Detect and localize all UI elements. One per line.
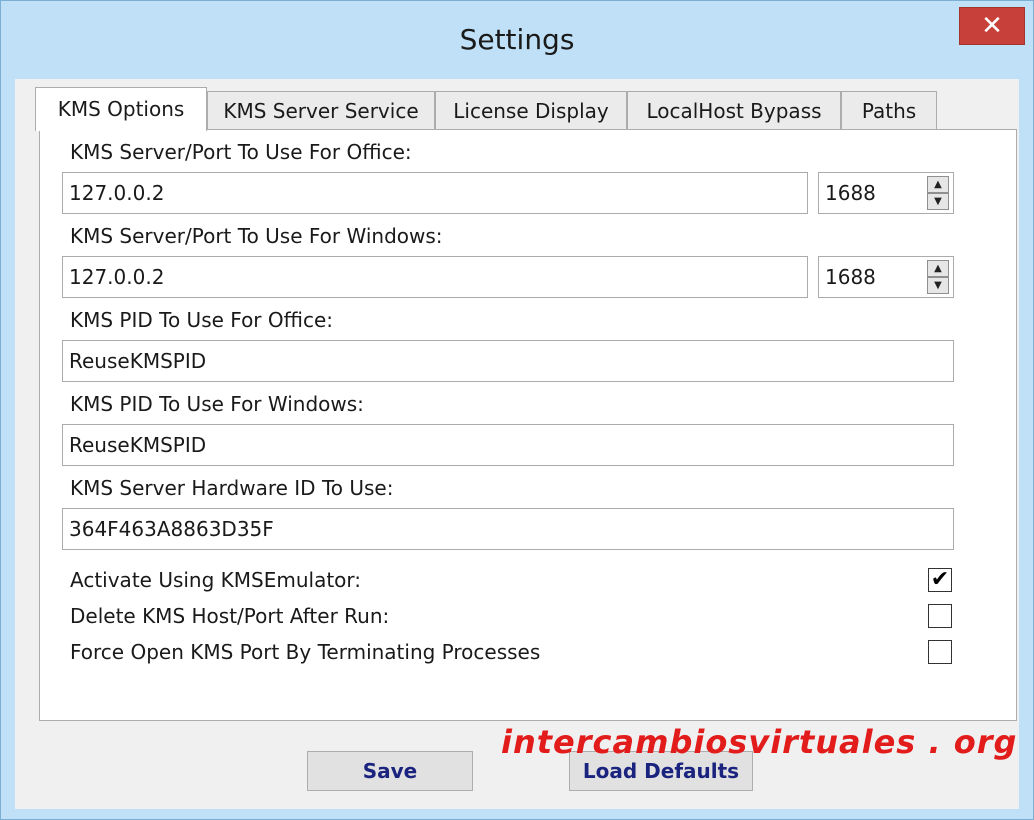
kms-options-panel: KMS Server/Port To Use For Office: 127.0… [39,129,1017,721]
delete-host-port-label: Delete KMS Host/Port After Run: [70,604,390,628]
hardware-id-label: KMS Server Hardware ID To Use: [70,476,394,500]
office-server-host-input[interactable]: 127.0.0.2 [62,172,808,214]
office-pid-label: KMS PID To Use For Office: [70,308,333,332]
spin-up-icon: ▲ [934,179,942,190]
title-bar[interactable]: Settings ✕ [1,1,1033,83]
save-button[interactable]: Save [307,751,473,791]
close-button[interactable]: ✕ [959,7,1025,45]
office-pid-input[interactable]: ReuseKMSPID [62,340,954,382]
window-title: Settings [459,23,575,56]
tab-kms-server-service[interactable]: KMS Server Service [207,91,435,129]
spin-down-icon: ▼ [934,196,942,207]
office-port-up-button[interactable]: ▲ [927,176,949,193]
checkmark-icon: ✔ [930,567,950,592]
windows-server-label: KMS Server/Port To Use For Windows: [70,224,443,248]
office-port-down-button[interactable]: ▼ [927,193,949,210]
windows-port-value: 1688 [825,265,876,289]
windows-pid-input[interactable]: ReuseKMSPID [62,424,954,466]
hardware-id-input[interactable]: 364F463A8863D35F [62,508,954,550]
office-port-value: 1688 [825,181,876,205]
force-open-port-checkbox[interactable] [928,640,952,664]
tab-localhost-bypass[interactable]: LocalHost Bypass [627,91,841,129]
windows-port-up-button[interactable]: ▲ [927,260,949,277]
tab-paths[interactable]: Paths [841,91,937,129]
windows-port-down-button[interactable]: ▼ [927,277,949,294]
close-icon: ✕ [981,11,1003,41]
force-open-port-label: Force Open KMS Port By Terminating Proce… [70,640,541,664]
delete-host-port-checkbox[interactable] [928,604,952,628]
office-server-port-input[interactable]: 1688 ▲ ▼ [818,172,954,214]
windows-server-host-input[interactable]: 127.0.0.2 [62,256,808,298]
windows-pid-label: KMS PID To Use For Windows: [70,392,364,416]
spin-up-icon: ▲ [934,263,942,274]
settings-window: Settings ✕ KMS Options KMS Server Servic… [0,0,1034,820]
watermark: intercambiosvirtuales . org [501,723,1018,761]
office-server-label: KMS Server/Port To Use For Office: [70,140,412,164]
activate-kmsemulator-checkbox[interactable]: ✔ [928,568,952,592]
activate-kmsemulator-label: Activate Using KMSEmulator: [70,568,362,592]
dialog-client-area: KMS Options KMS Server Service License D… [15,79,1019,809]
tab-kms-options[interactable]: KMS Options [35,87,207,131]
windows-server-port-input[interactable]: 1688 ▲ ▼ [818,256,954,298]
spin-down-icon: ▼ [934,280,942,291]
tab-license-display[interactable]: License Display [435,91,627,129]
